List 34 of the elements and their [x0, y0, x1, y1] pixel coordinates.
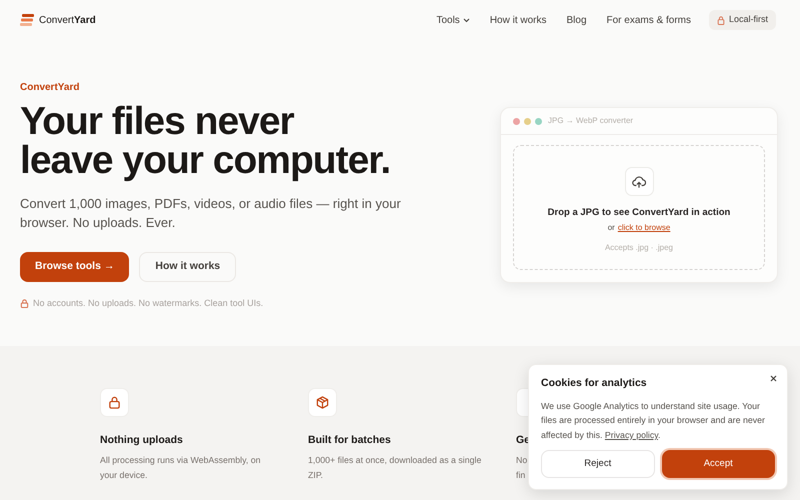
- cookie-title: Cookies for analytics: [541, 376, 647, 391]
- or-text: or: [608, 222, 615, 234]
- how-it-works-button[interactable]: How it works: [139, 252, 236, 282]
- logo-icon: [20, 14, 34, 26]
- feature-description: All processing runs via WebAssembly, on your device.: [100, 454, 261, 482]
- feature-title: Built for batches: [308, 433, 392, 448]
- privacy-policy-link[interactable]: Privacy policy: [604, 430, 658, 440]
- feature-description: 1,000+ files at once, downloaded as a single ZIP.: [308, 454, 482, 482]
- lock-icon: [108, 396, 121, 409]
- nav-link[interactable]: How it works: [490, 12, 546, 28]
- demo-title: JPG → WebP converter: [548, 115, 634, 127]
- drop-text: Drop a JPG to see ConvertYard in action: [548, 206, 730, 220]
- browse-tools-button[interactable]: Browse tools →: [20, 252, 130, 282]
- close-icon[interactable]: [770, 375, 777, 382]
- lock-icon: [20, 299, 29, 308]
- note-text: No accounts. No uploads. No watermarks. Clean tool UIs.: [33, 297, 264, 310]
- feature-title: Nothing uploads: [100, 433, 184, 448]
- drop-zone[interactable]: Drop a JPG to see ConvertYard in action or click to browse Accepts .jpg · .jpeg: [513, 145, 765, 270]
- hero-heading: Your files never leave your computer.: [20, 102, 392, 180]
- reject-button[interactable]: Reject: [541, 450, 654, 478]
- eyebrow-text: ConvertYard: [20, 81, 80, 95]
- logo-text[interactable]: ConvertYard: [39, 12, 96, 28]
- feature-description: No fin: [516, 454, 528, 482]
- accepts-text: Accepts .jpg · .jpeg: [604, 242, 674, 254]
- local-first-badge: Local-first: [708, 10, 776, 30]
- cookie-text: We use Google Analytics to understand site usage. Your files are processed entirely in your browser and are never affected by this. Privacy policy.: [541, 400, 766, 442]
- browse-link[interactable]: click to browse: [618, 222, 670, 234]
- nav-link[interactable]: Tools: [436, 12, 470, 28]
- nav-link[interactable]: For exams & forms: [606, 12, 691, 28]
- hero-subtitle: Convert 1,000 images, PDFs, videos, or audio files — right in your browser. No uploads. Ever.: [20, 195, 402, 232]
- cloud-upload-icon: [632, 176, 646, 188]
- accept-button[interactable]: Accept: [662, 450, 775, 478]
- nav-link[interactable]: Blog: [566, 12, 587, 28]
- box-icon: [316, 396, 329, 409]
